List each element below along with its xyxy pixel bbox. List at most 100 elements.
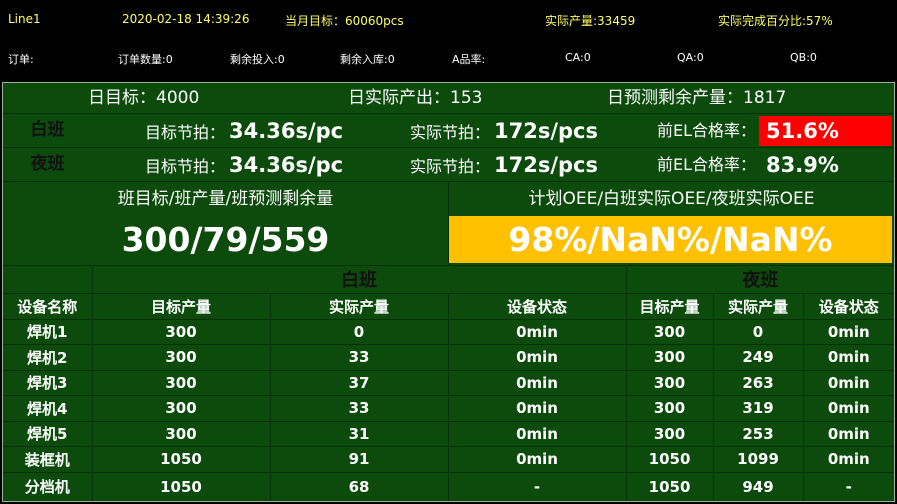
column-header: 设备状态	[802, 292, 894, 320]
actual-takt-value: 172s/pcs	[494, 118, 599, 143]
header-spacer	[3, 265, 93, 294]
night-shift-header: 夜班	[625, 265, 894, 294]
day-target-cell: 1050	[91, 445, 271, 473]
day-status-cell: 0min	[447, 420, 627, 447]
target-takt: 目标节拍： 34.36s/pc	[145, 114, 343, 147]
actual-takt-value: 172s/pcs	[494, 152, 599, 177]
column-header: 目标产量	[91, 292, 271, 320]
month-target: 当月目标：60060pcs	[285, 14, 404, 28]
night-actual-cell: 949	[712, 471, 804, 501]
night-status-cell: 0min	[802, 369, 894, 396]
night-status-cell: 0min	[802, 394, 894, 422]
day-actual-cell: 68	[269, 471, 449, 501]
el-rate-label: 前EL合格率：	[656, 121, 756, 140]
column-header: 实际产量	[269, 292, 449, 320]
target-takt-label: 目标节拍：	[145, 156, 226, 176]
device-name-cell: 焊机3	[3, 369, 93, 396]
day-actual-cell: 33	[269, 394, 449, 422]
table-row: 焊机4 300 33 0min 300 319 0min	[3, 394, 894, 422]
el-rate-value: 51.6%	[766, 119, 839, 143]
day-target-cell: 300	[91, 394, 271, 422]
device-name-cell: 分档机	[3, 471, 93, 501]
oee-value: 98%/NaN%/NaN%	[449, 216, 892, 263]
daily-target: 日目标：4000	[88, 83, 199, 113]
night-target-cell: 300	[625, 394, 714, 422]
target-takt: 目标节拍： 34.36s/pc	[145, 148, 343, 181]
daily-forecast-value: 1817	[743, 88, 787, 108]
daily-actual: 日实际产出：153	[348, 83, 482, 113]
qb-count: QB:0	[790, 51, 817, 64]
qa-count: QA:0	[677, 51, 704, 64]
day-actual-cell: 91	[269, 445, 449, 473]
el-rate-label: 前EL合格率：	[656, 155, 756, 174]
night-target-cell: 300	[625, 343, 714, 371]
actual-takt-label: 实际节拍：	[410, 122, 491, 142]
actual-takt: 实际节拍： 172s/pcs	[410, 114, 598, 147]
table-row: 分档机 1050 68 - 1050 949 -	[3, 471, 894, 501]
shift-row-day: 白班 目标节拍： 34.36s/pc 实际节拍： 172s/pcs 前EL合格率…	[3, 114, 894, 147]
line-name: Line1	[8, 12, 41, 26]
column-header: 设备状态	[447, 292, 627, 320]
ca-count: CA:0	[565, 51, 591, 64]
night-actual-cell: 263	[712, 369, 804, 396]
shift-name: 夜班	[30, 154, 65, 174]
day-target-cell: 300	[91, 343, 271, 371]
night-target-cell: 300	[625, 318, 714, 345]
night-target-cell: 300	[625, 369, 714, 396]
night-actual-cell: 0	[712, 318, 804, 345]
day-status-cell: -	[447, 471, 627, 501]
daily-summary-row: 日目标：4000 日实际产出：153 日预测剩余产量：1817	[3, 83, 894, 113]
day-actual-cell: 0	[269, 318, 449, 345]
daily-target-value: 4000	[156, 88, 200, 108]
day-status-cell: 0min	[447, 445, 627, 473]
table-row: 装框机 1050 91 0min 1050 1099 0min	[3, 445, 894, 473]
table-row: 焊机3 300 37 0min 300 263 0min	[3, 369, 894, 396]
actual-output: 实际产量:33459	[545, 14, 636, 28]
table-row: 焊机5 300 31 0min 300 253 0min	[3, 420, 894, 447]
night-actual-cell: 1099	[712, 445, 804, 473]
device-name-cell: 装框机	[3, 445, 93, 473]
day-actual-cell: 33	[269, 343, 449, 371]
el-rate-value: 83.9%	[766, 153, 839, 177]
night-status-cell: 0min	[802, 318, 894, 345]
top-status-bar: Line1 2020-02-18 14:39:26 当月目标：60060pcs …	[0, 0, 897, 40]
night-actual-cell: 319	[712, 394, 804, 422]
shift-header-row: 白班 夜班	[3, 265, 894, 294]
night-target-cell: 1050	[625, 471, 714, 501]
column-header: 实际产量	[712, 292, 804, 320]
order-quantity: 订单数量:0	[118, 53, 173, 66]
day-target-cell: 300	[91, 318, 271, 345]
order-label: 订单:	[8, 53, 34, 66]
day-target-cell: 300	[91, 420, 271, 447]
day-target-cell: 300	[91, 369, 271, 396]
daily-forecast-label: 日预测剩余产量：	[607, 88, 743, 108]
day-shift-header: 白班	[91, 265, 627, 294]
device-name-cell: 焊机5	[3, 420, 93, 447]
night-status-cell: -	[802, 471, 894, 501]
day-status-cell: 0min	[447, 343, 627, 371]
device-name-cell: 焊机4	[3, 394, 93, 422]
night-status-cell: 0min	[802, 420, 894, 447]
day-status-cell: 0min	[447, 318, 627, 345]
night-target-cell: 1050	[625, 445, 714, 473]
order-info-bar: 订单: 订单数量:0 剩余投入:0 剩余入库:0 A品率: CA:0 QA:0 …	[0, 40, 897, 80]
column-header: 设备名称	[3, 292, 93, 320]
night-status-cell: 0min	[802, 445, 894, 473]
table-row: 焊机2 300 33 0min 300 249 0min	[3, 343, 894, 371]
oee-label: 计划OEE/白班实际OEE/夜班实际OEE	[528, 189, 815, 209]
target-takt-value: 34.36s/pc	[229, 118, 344, 143]
day-target-cell: 1050	[91, 471, 271, 501]
actual-takt-label: 实际节拍：	[410, 156, 491, 176]
equipment-table: 白班 夜班 设备名称 目标产量 实际产量 设备状态 目标产量 实际产量 设备状态…	[3, 265, 894, 501]
a-grade-rate: A品率:	[452, 53, 486, 66]
night-actual-cell: 249	[712, 343, 804, 371]
shift-name: 白班	[30, 120, 65, 140]
daily-target-label: 日目标：	[88, 88, 156, 108]
night-actual-cell: 253	[712, 420, 804, 447]
production-panel: 日目标：4000 日实际产出：153 日预测剩余产量：1817 白班 目标节拍：…	[2, 82, 895, 502]
shift-summary-label: 班目标/班产量/班预测剩余量	[117, 189, 334, 209]
el-rate-box: 51.6%	[759, 116, 892, 146]
completion-percentage: 实际完成百分比:57%	[718, 14, 833, 28]
device-name-cell: 焊机2	[3, 343, 93, 371]
shift-summary-value: 300/79/559	[121, 220, 330, 259]
